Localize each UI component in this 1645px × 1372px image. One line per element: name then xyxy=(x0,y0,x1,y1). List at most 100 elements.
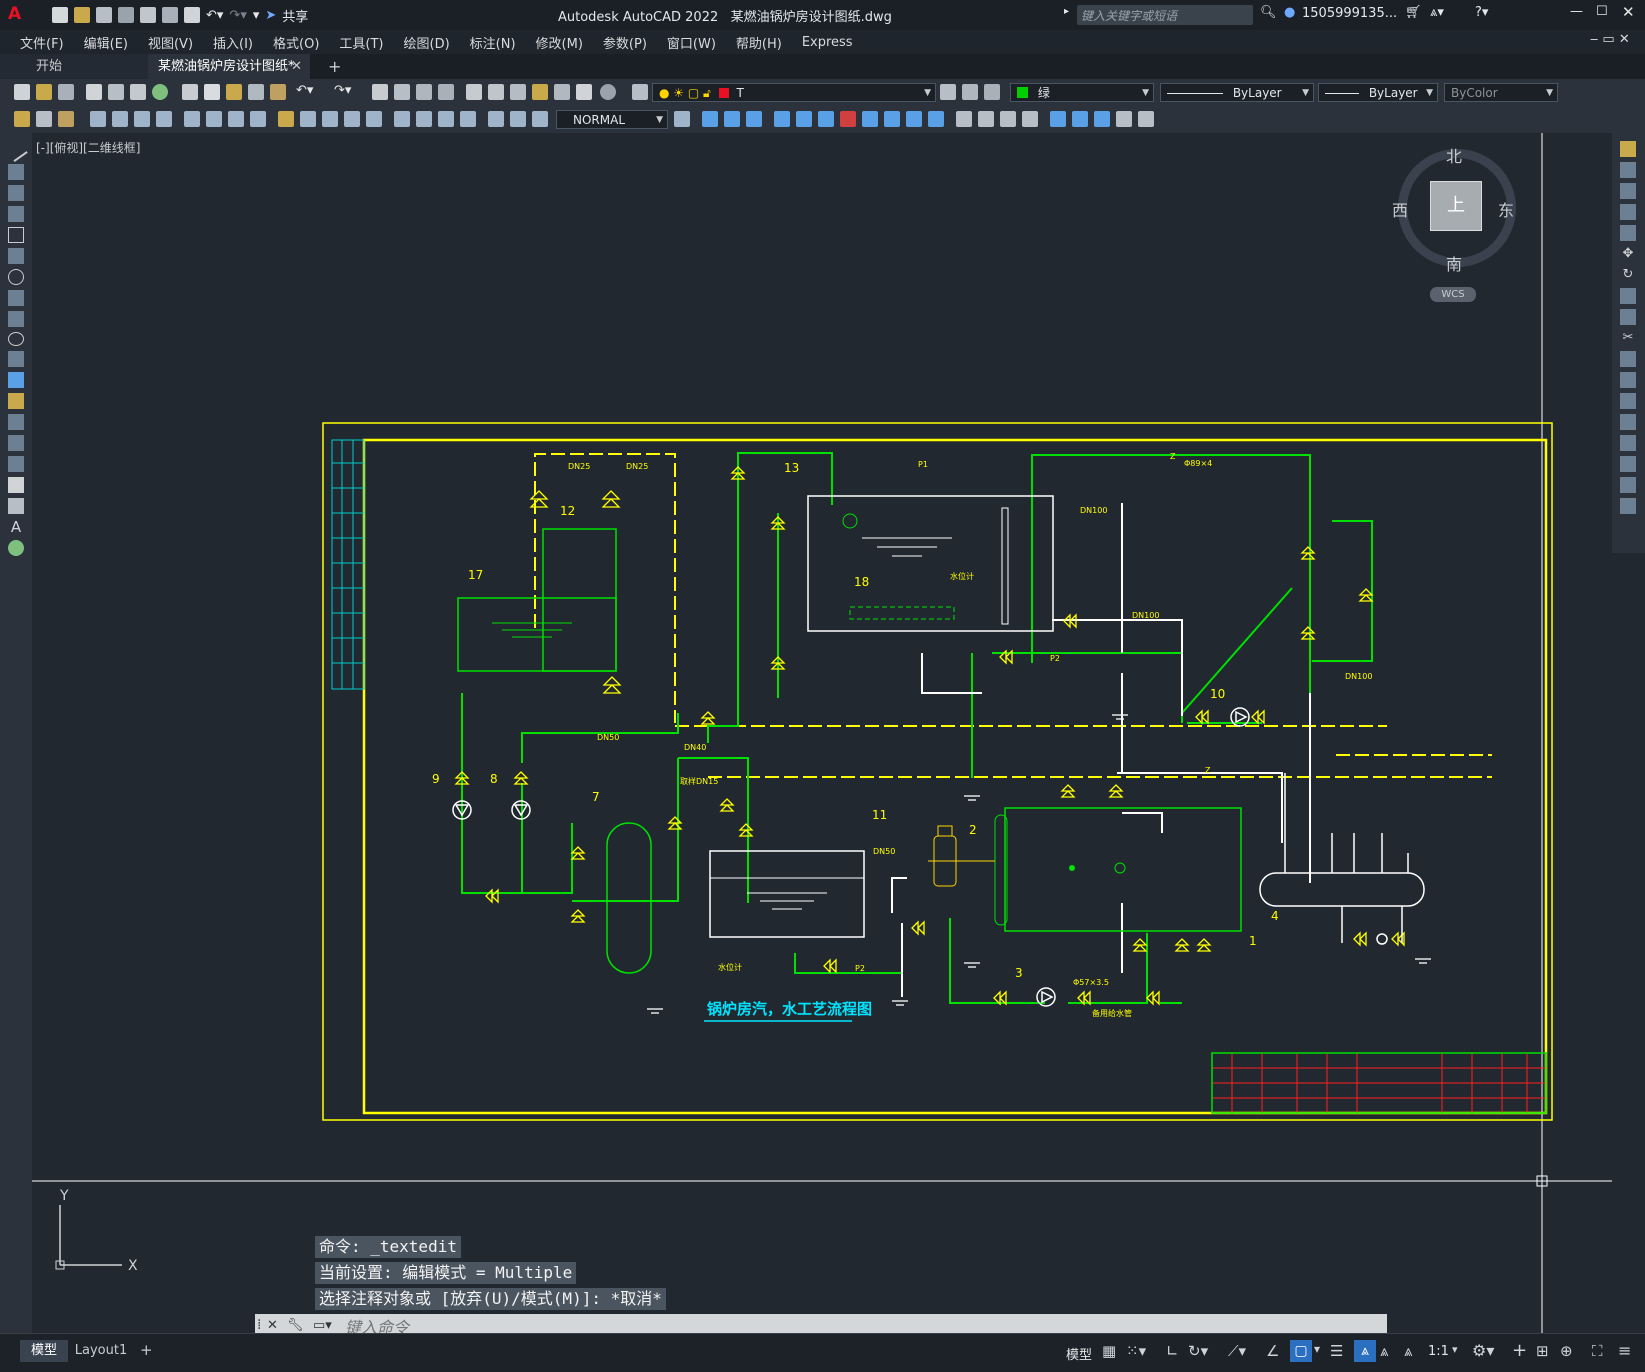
revcloud-icon[interactable] xyxy=(8,290,24,306)
tab-close-icon[interactable]: ✕ xyxy=(291,54,302,79)
group-icon[interactable] xyxy=(1050,111,1066,127)
close-command-icon[interactable]: ✕ xyxy=(267,1318,278,1333)
copy-icon[interactable] xyxy=(204,84,220,100)
customize-icon[interactable]: ▾ xyxy=(253,8,260,23)
autodesk-a360-icon[interactable]: ⩓▾ xyxy=(1430,5,1444,20)
viewcube-east[interactable]: 东 xyxy=(1498,197,1514,221)
block-editor-icon[interactable] xyxy=(270,84,286,100)
annotation-scale-icon[interactable]: ⩓ xyxy=(1404,1342,1412,1360)
baseline-dim-icon[interactable] xyxy=(300,111,316,127)
dimstyle-icon[interactable] xyxy=(674,111,690,127)
send-back-icon[interactable] xyxy=(1000,111,1016,127)
copy-object-icon[interactable] xyxy=(1620,162,1636,178)
continue-dim-icon[interactable] xyxy=(322,111,338,127)
break-icon[interactable] xyxy=(1620,393,1636,409)
tab-start[interactable]: 开始 xyxy=(0,54,148,79)
insert-block-icon[interactable] xyxy=(8,372,24,388)
ungroup-icon[interactable] xyxy=(1072,111,1088,127)
help-icon[interactable]: ?▾ xyxy=(1475,5,1488,20)
layer-on-icon[interactable]: ● ☀ ▢ 🔓︎ xyxy=(659,86,711,100)
copy-modify-icon[interactable] xyxy=(702,111,718,127)
rotate-icon[interactable] xyxy=(818,111,834,127)
new-file-icon[interactable] xyxy=(52,7,68,23)
isodraft-icon[interactable]: ⟋▾ xyxy=(1228,1342,1246,1360)
drawing-viewport[interactable]: [-][俯视][二维线框] 1 2 3 4 7 8 9 10 11 12 13 … xyxy=(32,133,1612,1333)
stretch-icon[interactable] xyxy=(884,111,900,127)
menu-dimension[interactable]: 标注(N) xyxy=(470,33,516,52)
center-mark-icon[interactable] xyxy=(416,111,432,127)
undo-icon[interactable]: ↶▾ xyxy=(296,83,313,98)
redo-icon[interactable]: ↷▾ xyxy=(334,83,351,98)
trim-object-icon[interactable]: ✂ xyxy=(1620,330,1636,346)
color-dropdown[interactable]: 绿 ▼ xyxy=(1010,83,1154,102)
viewcube-top-face[interactable]: 上 xyxy=(1430,181,1482,231)
plot-icon[interactable] xyxy=(86,84,102,100)
add-layout-button[interactable]: + xyxy=(140,1341,153,1359)
linear-dim-icon[interactable] xyxy=(90,111,106,127)
save-web-icon[interactable] xyxy=(162,7,178,23)
polyline-icon[interactable] xyxy=(8,185,24,201)
menu-format[interactable]: 格式(O) xyxy=(273,33,319,52)
angular-dim-icon[interactable] xyxy=(250,111,266,127)
erase-icon[interactable] xyxy=(840,111,856,127)
viewcube-north[interactable]: 北 xyxy=(1446,143,1462,167)
join-icon[interactable] xyxy=(1620,414,1636,430)
layer-dropdown[interactable]: ● ☀ ▢ 🔓︎ T ▼ xyxy=(652,83,936,102)
break-at-point-icon[interactable] xyxy=(1620,372,1636,388)
polygon-icon[interactable] xyxy=(8,206,24,222)
app-menu-button[interactable]: A xyxy=(8,4,21,24)
dim-edit-icon[interactable] xyxy=(488,111,504,127)
stretch-object-icon[interactable] xyxy=(1620,309,1636,325)
design-center-icon[interactable] xyxy=(488,84,504,100)
clean-screen-icon[interactable]: ⛶ xyxy=(1592,1342,1603,1360)
scale-object-icon[interactable] xyxy=(1620,288,1636,304)
menu-draw[interactable]: 绘图(D) xyxy=(404,33,450,52)
menu-file[interactable]: 文件(F) xyxy=(20,33,64,52)
polar-icon[interactable]: ↻▾ xyxy=(1188,1342,1208,1360)
line-icon[interactable] xyxy=(4,138,28,162)
search-icon[interactable]: 🔍︎ xyxy=(1260,5,1277,20)
array-icon[interactable] xyxy=(774,111,790,127)
arc-icon[interactable] xyxy=(8,248,24,264)
viewcube-west[interactable]: 西 xyxy=(1392,197,1408,221)
aligned-dim-icon[interactable] xyxy=(112,111,128,127)
ortho-icon[interactable]: ∟ xyxy=(1166,1342,1179,1360)
blend-curves-icon[interactable] xyxy=(1620,477,1636,493)
jogged-linear-icon[interactable] xyxy=(460,111,476,127)
help-icon[interactable] xyxy=(600,84,616,100)
dimstyle-dropdown[interactable]: NORMAL ▼ xyxy=(556,110,668,129)
rectangle-icon[interactable] xyxy=(8,227,24,243)
diameter-dim-icon[interactable] xyxy=(228,111,244,127)
make-block-icon[interactable] xyxy=(8,393,24,409)
mirror-object-icon[interactable] xyxy=(1620,183,1636,199)
layer-previous-icon[interactable] xyxy=(962,84,978,100)
erase-modify-icon[interactable] xyxy=(1620,141,1636,157)
linetype-dropdown[interactable]: ByLayer ▼ xyxy=(1160,83,1314,102)
qnew-icon[interactable] xyxy=(14,84,30,100)
trim-icon[interactable] xyxy=(906,111,922,127)
plot-icon[interactable] xyxy=(184,7,200,23)
properties-icon[interactable] xyxy=(466,84,482,100)
group-edit-icon[interactable] xyxy=(1094,111,1110,127)
chevron-down-icon[interactable]: ▾ xyxy=(1452,1343,1458,1356)
menu-express[interactable]: Express xyxy=(802,35,853,50)
ellipse-arc-icon[interactable] xyxy=(8,351,24,367)
menu-edit[interactable]: 编辑(E) xyxy=(84,33,128,52)
group-bbox-icon[interactable] xyxy=(1138,111,1154,127)
doc-minimize-button[interactable]: ‒ ▭ ✕ xyxy=(1590,32,1630,47)
menu-view[interactable]: 视图(V) xyxy=(148,33,193,52)
search-expand-icon[interactable]: ▸ xyxy=(1064,6,1069,17)
bring-front-icon[interactable] xyxy=(978,111,994,127)
undo-icon[interactable]: ↶▾ xyxy=(206,8,223,23)
layer-state-icon[interactable] xyxy=(984,84,1000,100)
ordinate-dim-icon[interactable] xyxy=(156,111,172,127)
extend-object-icon[interactable] xyxy=(1620,351,1636,367)
rotate-object-icon[interactable]: ↻ xyxy=(1620,267,1636,283)
tolerance-icon[interactable] xyxy=(394,111,410,127)
close-window-button[interactable]: ✕ xyxy=(1622,3,1635,21)
point-icon[interactable] xyxy=(8,414,24,430)
search-box[interactable]: 键入关键字或短语 xyxy=(1077,5,1253,25)
user-icon[interactable]: ● xyxy=(1284,5,1295,20)
redo-icon[interactable]: ↷▾ xyxy=(229,8,246,23)
share-icon[interactable]: ➤ xyxy=(265,8,276,23)
